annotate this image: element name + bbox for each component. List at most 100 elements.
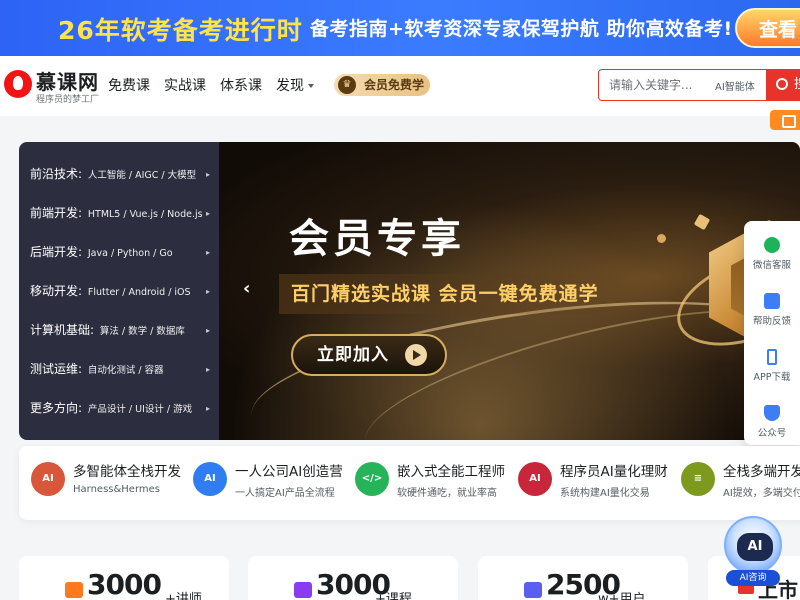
chevron-right-icon: ▸: [206, 326, 211, 335]
search-button[interactable]: 搜: [766, 69, 800, 101]
course-title: 嵌入式全能工程师: [397, 464, 505, 480]
course-subtitle: Harness&Hermes: [73, 484, 161, 495]
menu-item-frontier[interactable]: 前沿技术: 人工智能 / AIGC / 大模型 ▸: [19, 155, 219, 194]
course-ai-icon: AI: [518, 462, 552, 496]
course-subtitle: AI提效，多端交付: [723, 488, 800, 499]
floating-toolbar: 微信客服 帮助反馈 APP下载 公众号: [744, 221, 800, 445]
play-arrow-icon: [405, 344, 427, 366]
chevron-down-icon: [308, 84, 314, 88]
course-code-icon: </>: [355, 462, 389, 496]
tool-wechat-service[interactable]: 微信客服: [744, 225, 800, 281]
category-menu: 前沿技术: 人工智能 / AIGC / 大模型 ▸ 前端开发: HTML5 / V…: [19, 142, 219, 440]
logo-flame-icon[interactable]: [4, 70, 32, 98]
tool-label: 帮助反馈: [752, 316, 791, 327]
search-input[interactable]: [609, 70, 709, 100]
chevron-right-icon: ▸: [206, 404, 211, 413]
nav-discover[interactable]: 发现: [276, 75, 314, 95]
search-icon: [776, 78, 788, 90]
logo-text[interactable]: 慕课网: [36, 66, 99, 95]
menu-category: 前端开发:: [30, 206, 83, 220]
menu-subcategories: 自动化测试 / 容器: [87, 365, 164, 376]
menu-subcategories: HTML5 / Vue.js / Node.js: [87, 209, 203, 220]
stat-unit: +课程: [375, 592, 412, 600]
tool-label: APP下载: [753, 372, 791, 383]
shield-check-icon: [764, 405, 780, 421]
menu-item-mobile[interactable]: 移动开发: Flutter / Android / iOS ▸: [19, 272, 219, 311]
menu-item-testing-ops[interactable]: 测试运维: 自动化测试 / 容器 ▸: [19, 350, 219, 389]
banner-subtitle: 百门精选实战课 会员一键免费通学: [279, 274, 639, 314]
stat-unit: +讲师: [165, 592, 202, 600]
menu-category: 测试运维:: [30, 362, 83, 376]
search-box[interactable]: AI智能体: [598, 69, 768, 101]
course-card[interactable]: </> 嵌入式全能工程师 软硬件通吃，就业率高: [355, 460, 515, 508]
menu-item-cs-basics[interactable]: 计算机基础: 算法 / 数学 / 数据库 ▸: [19, 311, 219, 350]
course-card[interactable]: AI 多智能体全栈开发 Harness&Hermes: [31, 460, 191, 508]
stat-card-users: 2500 w+用户: [478, 556, 688, 600]
banner-gold-flake: [657, 234, 666, 243]
menu-subcategories: Flutter / Android / iOS: [87, 287, 191, 298]
teacher-icon: [65, 582, 83, 598]
promo-subtitle: 备考指南+软考资深专家保驾护航 助你高效备考!: [310, 18, 733, 40]
search-button-label: 搜: [794, 77, 800, 92]
nav-system-courses[interactable]: 体系课: [220, 75, 262, 95]
promo-banner[interactable]: 26年软考备考进行时 备考指南+软考资深专家保驾护航 助你高效备考! 查看: [0, 0, 800, 56]
tool-app-download[interactable]: APP下载: [744, 337, 800, 393]
video-play-icon: [294, 582, 312, 598]
chevron-right-icon: ▸: [206, 365, 211, 374]
course-subtitle: 软硬件通吃，就业率高: [397, 488, 497, 499]
site-header: 慕课网 程序员的梦工厂 免费课 实战课 体系课 发现 ♛ 会员免费学 AI智能体…: [0, 56, 800, 116]
phone-icon: [767, 349, 777, 365]
stat-card-courses: 3000 +课程: [248, 556, 458, 600]
vip-free-learn-button[interactable]: ♛ 会员免费学: [334, 74, 430, 96]
stat-unit: w+用户: [598, 592, 646, 600]
course-title: 全栈多端开发: [723, 464, 800, 480]
stat-number: 3000: [87, 568, 162, 600]
banner-title: 会员专享: [289, 216, 465, 262]
join-now-button[interactable]: 立即加入: [291, 334, 447, 376]
featured-courses-row: AI 多智能体全栈开发 Harness&Hermes AI 一人公司AI创造营 …: [19, 446, 800, 520]
stat-card-teachers: 3000 +讲师: [19, 556, 229, 600]
menu-category: 更多方向:: [30, 401, 83, 415]
course-title: 多智能体全栈开发: [73, 464, 181, 480]
carousel-prev-icon[interactable]: ‹: [243, 278, 250, 299]
menu-subcategories: 算法 / 数学 / 数据库: [99, 326, 185, 337]
crown-icon: ♛: [338, 76, 356, 94]
menu-category: 移动开发:: [30, 284, 83, 298]
menu-subcategories: Java / Python / Go: [87, 248, 173, 259]
ai-consult-button[interactable]: AI AI咨询: [722, 516, 784, 586]
users-icon: [524, 582, 542, 598]
nav-discover-label: 发现: [276, 78, 304, 94]
hero-banner[interactable]: 会员专享 百门精选实战课 会员一键免费通学 立即加入: [219, 142, 800, 440]
menu-category: 前沿技术:: [30, 167, 83, 181]
menu-item-more[interactable]: 更多方向: 产品设计 / UI设计 / 游戏 ▸: [19, 389, 219, 428]
course-subtitle: 一人搞定AI产品全流程: [235, 488, 335, 499]
ai-consult-label: AI咨询: [726, 570, 780, 586]
chevron-right-icon: ▸: [206, 170, 211, 179]
nav-practical-courses[interactable]: 实战课: [164, 75, 206, 95]
course-subtitle: 系统构建AI量化交易: [560, 488, 650, 499]
tool-help-feedback[interactable]: 帮助反馈: [744, 281, 800, 337]
gift-tag-icon[interactable]: [770, 110, 800, 130]
menu-subcategories: 人工智能 / AIGC / 大模型: [87, 170, 197, 181]
course-ai-icon: AI: [31, 462, 65, 496]
promo-view-button[interactable]: 查看: [735, 8, 800, 48]
menu-item-backend[interactable]: 后端开发: Java / Python / Go ▸: [19, 233, 219, 272]
wechat-icon: [764, 237, 780, 253]
course-card[interactable]: ≡ 全栈多端开发 AI提效，多端交付: [681, 460, 800, 508]
tool-official-account[interactable]: 公众号: [744, 393, 800, 449]
ai-robot-icon: AI: [724, 516, 782, 574]
join-now-label: 立即加入: [317, 345, 389, 365]
menu-category: 后端开发:: [30, 245, 83, 259]
menu-category: 计算机基础:: [30, 323, 95, 337]
tool-label: 微信客服: [752, 260, 791, 271]
search-ai-agent-tag[interactable]: AI智能体: [715, 78, 755, 93]
menu-item-frontend[interactable]: 前端开发: HTML5 / Vue.js / Node.js ▸: [19, 194, 219, 233]
promo-title: 26年软考备考进行时: [58, 16, 303, 45]
chat-icon: [764, 293, 780, 309]
menu-subcategories: 产品设计 / UI设计 / 游戏: [87, 404, 193, 415]
chevron-right-icon: ▸: [206, 248, 211, 257]
course-card[interactable]: AI 程序员AI量化理财 系统构建AI量化交易: [518, 460, 678, 508]
ai-face-text: AI: [737, 533, 773, 561]
course-card[interactable]: AI 一人公司AI创造营 一人搞定AI产品全流程: [193, 460, 353, 508]
nav-free-courses[interactable]: 免费课: [108, 75, 150, 95]
